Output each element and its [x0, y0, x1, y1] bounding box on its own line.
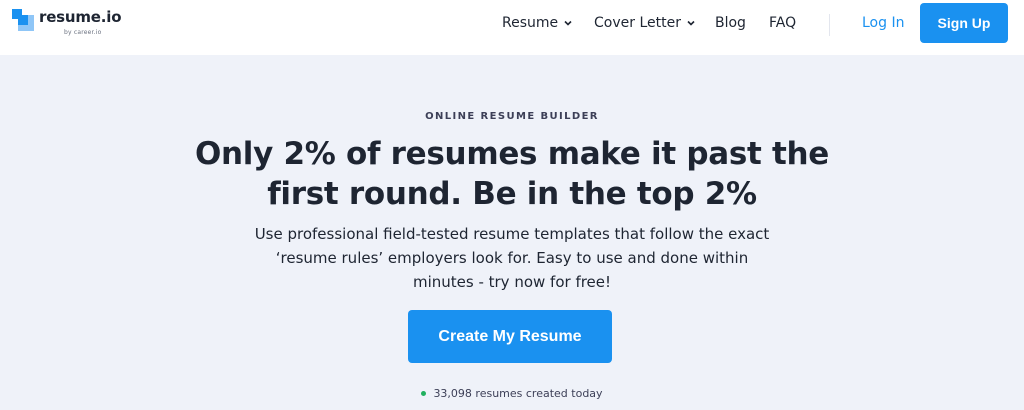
resume-counter: 33,098 resumes created today: [0, 387, 1024, 400]
nav-item-faq[interactable]: FAQ: [769, 15, 796, 31]
hero-eyebrow: ONLINE RESUME BUILDER: [425, 111, 599, 122]
subtitle-line: ‘resume rules’ employers look for. Easy …: [275, 249, 749, 267]
subtitle-line: minutes - try now for free!: [412, 273, 612, 291]
create-resume-button[interactable]: Create My Resume: [408, 310, 612, 363]
login-link[interactable]: Log In: [862, 15, 904, 31]
headline-line: first round. Be in the top 2%: [267, 176, 757, 212]
brand-name: resume.io: [39, 8, 122, 26]
status-dot-icon: [421, 391, 427, 396]
brand-tagline: by career.io: [64, 29, 102, 36]
nav-item-label: Cover Letter: [594, 15, 681, 31]
signup-button[interactable]: Sign Up: [920, 3, 1008, 43]
hero-subtitle: Use professional field-tested resume tem…: [232, 222, 792, 294]
nav-item-resume[interactable]: Resume: [502, 15, 573, 31]
chevron-down-icon: [564, 20, 572, 26]
site-header: resume.io by career.io Resume Cover Lett…: [0, 0, 1024, 55]
counter-text: 33,098 resumes created today: [433, 387, 603, 400]
nav-item-blog[interactable]: Blog: [715, 15, 746, 31]
logo[interactable]: resume.io by career.io: [12, 7, 122, 41]
hero-headline: Only 2% of resumes make it past the firs…: [162, 134, 862, 214]
nav-divider: [829, 14, 830, 36]
nav-item-cover-letter[interactable]: Cover Letter: [594, 15, 696, 31]
nav-item-label: Resume: [502, 15, 559, 31]
subtitle-line: Use professional field-tested resume tem…: [254, 225, 770, 243]
chevron-down-icon: [687, 20, 695, 26]
nav-item-label: Blog: [715, 15, 746, 31]
logo-icon: [12, 9, 34, 31]
headline-line: Only 2% of resumes make it past the: [194, 136, 830, 172]
nav-item-label: FAQ: [769, 15, 797, 31]
